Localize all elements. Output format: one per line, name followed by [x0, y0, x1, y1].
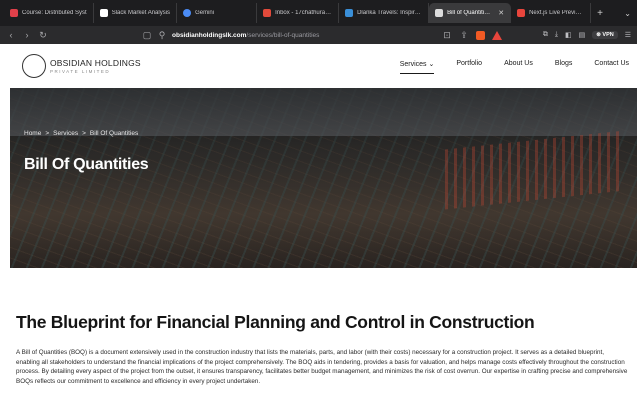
browser-toolbar: ‹ › ↻ ▢ ⚲ obsidianholdingslk.com/service…: [0, 26, 637, 44]
browser-tab[interactable]: Gemini: [177, 3, 258, 23]
brave-shield-icon[interactable]: [476, 30, 485, 40]
extensions-icon[interactable]: ⧉: [543, 31, 548, 39]
screenshot-icon[interactable]: ⊡: [442, 30, 452, 41]
sidebar-icon[interactable]: ◧: [565, 31, 572, 39]
breadcrumb-separator: >: [45, 130, 50, 137]
vpn-button[interactable]: ⊛ VPN: [592, 31, 618, 39]
site-settings-icon[interactable]: ⚲: [157, 30, 167, 41]
browser-tab[interactable]: Course: Distributed Syst: [4, 3, 94, 23]
tab-label: Next.js Live Preview - U: [529, 10, 584, 16]
tab-favicon-icon: [517, 9, 526, 17]
browser-tab-active[interactable]: Bill of Quantities Ser ✕: [429, 3, 512, 23]
nav-blogs[interactable]: Blogs: [555, 60, 573, 74]
logo-name: OBSIDIAN HOLDINGS: [50, 58, 141, 68]
tab-favicon-icon: [183, 9, 192, 17]
breadcrumb-home[interactable]: Home: [24, 130, 41, 137]
chevron-down-icon: ⌄: [428, 61, 435, 68]
downloads-icon[interactable]: ⤓: [555, 31, 558, 39]
site-header: OBSIDIAN HOLDINGS PRIVATE LIMITED Servic…: [0, 44, 637, 88]
tab-favicon-icon: [345, 9, 354, 17]
browser-tab[interactable]: Slack Market Analysis: [94, 3, 178, 23]
close-icon[interactable]: ✕: [498, 9, 504, 17]
section-body: A Bill of Quantities (BOQ) is a document…: [16, 349, 628, 386]
chevron-down-icon[interactable]: ⌄: [624, 9, 637, 18]
tab-label: Slack Market Analysis: [111, 10, 171, 16]
breadcrumb: Home > Services > Bill Of Quantities: [24, 130, 138, 137]
browser-tab[interactable]: Dlanka Travels: Inspiring: [339, 3, 430, 23]
site-logo[interactable]: OBSIDIAN HOLDINGS PRIVATE LIMITED: [22, 54, 141, 78]
hero-banner: Home > Services > Bill Of Quantities Bil…: [10, 88, 637, 268]
address-bar[interactable]: ▢ ⚲ obsidianholdingslk.com/services/bill…: [142, 29, 502, 42]
section-heading: The Blueprint for Financial Planning and…: [16, 312, 535, 332]
vpn-label: VPN: [602, 32, 614, 38]
url-path: /services/bill-of-quantities: [246, 31, 320, 39]
breadcrumb-separator: >: [82, 130, 86, 137]
breadcrumb-current: Bill Of Quantities: [89, 130, 139, 137]
nav-portfolio[interactable]: Portfolio: [456, 60, 482, 74]
browser-tab[interactable]: Next.js Live Preview - U: [511, 3, 592, 23]
tab-label: Dlanka Travels: Inspiring: [357, 10, 423, 16]
logo-circle-icon: [22, 54, 46, 78]
hero-background-image: [10, 88, 637, 136]
breadcrumb-services[interactable]: Services: [53, 130, 78, 137]
logo-subtitle: PRIVATE LIMITED: [50, 69, 111, 74]
brave-rewards-icon[interactable]: [492, 30, 502, 40]
tab-label: Course: Distributed Syst: [22, 10, 87, 16]
wallet-icon[interactable]: ▤: [579, 31, 586, 39]
menu-icon[interactable]: ☰: [625, 31, 631, 39]
share-icon[interactable]: ⇪: [459, 30, 469, 41]
reload-icon[interactable]: ↻: [38, 30, 48, 41]
new-tab-button[interactable]: +: [591, 8, 609, 19]
nav-services[interactable]: Services ⌄: [399, 60, 435, 74]
tab-label: Gemini: [195, 10, 215, 16]
browser-tab[interactable]: Inbox - 17chathurajanith: [257, 3, 340, 23]
nav-contact[interactable]: Contact Us: [594, 60, 629, 74]
forward-arrow-icon[interactable]: ›: [22, 30, 32, 40]
bookmark-icon[interactable]: ▢: [142, 30, 152, 41]
hero-background-detail: [445, 130, 625, 210]
nav-services-label: Services: [399, 61, 427, 68]
back-arrow-icon[interactable]: ‹: [6, 30, 16, 40]
tab-favicon-icon: [263, 9, 272, 17]
tab-label: Inbox - 17chathurajanith: [275, 10, 332, 16]
url-domain: obsidianholdingslk.com: [172, 31, 247, 39]
browser-tab-strip: Course: Distributed Syst Slack Market An…: [0, 0, 637, 26]
tab-favicon-icon: [99, 9, 108, 17]
site-nav: Services ⌄ Portfolio About Us Blogs Cont…: [399, 60, 629, 74]
tab-favicon-icon: [435, 9, 444, 17]
page-title: Bill Of Quantities: [24, 156, 149, 173]
tab-favicon-icon: [10, 9, 18, 17]
tab-label: Bill of Quantities Ser: [447, 10, 492, 16]
nav-about[interactable]: About Us: [504, 60, 533, 74]
